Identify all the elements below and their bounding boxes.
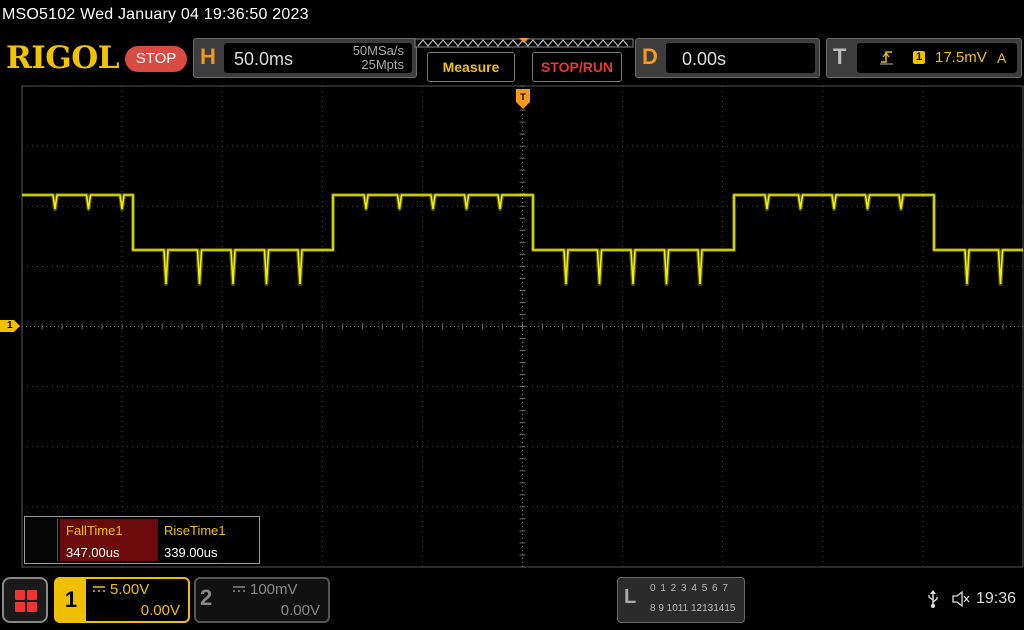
trigger-mode: A xyxy=(997,50,1007,66)
main-menu-button[interactable] xyxy=(2,577,48,623)
channel1-marker-label: 1 xyxy=(7,320,13,331)
digital-channels-row1: 0 1 2 3 4 5 6 7 xyxy=(650,583,729,594)
trigger-level: 17.5mV xyxy=(935,49,987,66)
memory-depth: 25Mpts xyxy=(361,57,404,72)
run-state-badge[interactable]: STOP xyxy=(125,46,187,72)
trigger-letter: T xyxy=(833,44,847,69)
measurement-value: 347.00us xyxy=(66,545,120,560)
menu-grid-icon xyxy=(27,602,37,612)
trigger-source: 1 xyxy=(913,51,925,64)
sample-rate: 50MSa/s xyxy=(352,43,404,58)
trigger-readout: 1 17.5mV A xyxy=(857,43,1017,73)
digital-channels-row2: 8 9 1011 12131415 xyxy=(650,603,736,614)
sample-rate-info: 50MSa/s 25Mpts xyxy=(353,44,404,72)
channel2-scale: 100mV xyxy=(250,581,298,598)
channel2-number: 2 xyxy=(200,585,213,610)
delay-panel[interactable]: D 0.00s xyxy=(635,38,820,78)
channel1-scale: 5.00V xyxy=(110,581,150,598)
brand-logo: RIGOL xyxy=(6,40,120,76)
measurement-tab[interactable] xyxy=(27,519,58,561)
dc-coupling-icon xyxy=(233,586,245,592)
measurement-label: RiseTime1 xyxy=(164,523,226,538)
channel1-number: 1 xyxy=(56,579,86,621)
stop-run-button[interactable]: STOP/RUN xyxy=(532,52,622,82)
measurement-item[interactable]: RiseTime1 339.00us xyxy=(158,519,256,561)
timebase-value: 50.0ms xyxy=(234,49,294,69)
usb-icon xyxy=(928,590,938,608)
rising-edge-icon xyxy=(880,51,893,65)
horizontal-readout: 50.0ms 50MSa/s 25Mpts xyxy=(224,43,412,73)
delay-value: 0.00s xyxy=(682,49,727,69)
delay-letter: D xyxy=(642,44,658,69)
delay-readout: 0.00s xyxy=(666,43,815,73)
logic-analyzer-letter: L xyxy=(624,586,637,608)
window-title: MSO5102 Wed January 04 19:36:50 2023 xyxy=(2,6,309,23)
clock: 19:36 xyxy=(976,590,1017,607)
measurement-label: FallTime1 xyxy=(66,523,123,538)
menu-grid-icon xyxy=(15,590,25,600)
horizontal-letter: H xyxy=(200,44,216,69)
title-bar: MSO5102 Wed January 04 19:36:50 2023 xyxy=(0,0,1024,34)
trigger-time-marker[interactable]: T xyxy=(515,88,531,110)
speaker-muted-icon[interactable] xyxy=(951,589,971,609)
svg-text:T: T xyxy=(520,92,526,102)
trigger-panel[interactable]: T 1 17.5mV A xyxy=(826,38,1022,78)
horizontal-panel[interactable]: H 50.0ms 50MSa/s 25Mpts xyxy=(193,38,417,78)
memory-position-bar[interactable] xyxy=(414,36,634,50)
menu-grid-icon xyxy=(27,590,37,600)
measurement-item[interactable]: FallTime1 347.00us xyxy=(60,519,158,561)
channel2-panel[interactable]: 2 100mV 0.00V xyxy=(194,577,330,623)
menu-grid-icon xyxy=(15,602,25,612)
channel2-offset: 0.00V xyxy=(280,602,320,619)
waveform-display[interactable] xyxy=(0,84,1024,568)
logic-analyzer-panel[interactable]: L 0 1 2 3 4 5 6 7 8 9 1011 12131415 xyxy=(617,577,745,623)
measurement-value: 339.00us xyxy=(164,545,218,560)
channel1-panel[interactable]: 1 5.00V 0.00V xyxy=(54,577,190,623)
top-toolbar: RIGOL STOP H 50.0ms 50MSa/s 25Mpts Measu… xyxy=(0,36,1024,84)
channel1-offset: 0.00V xyxy=(140,602,180,619)
dc-coupling-icon xyxy=(93,586,105,592)
measure-button[interactable]: Measure xyxy=(427,52,515,82)
measurement-panel[interactable]: FallTime1 347.00us RiseTime1 339.00us xyxy=(24,516,260,564)
bottom-bar: 1 5.00V 0.00V 2 100mV 0.00V L 0 1 2 3 4 … xyxy=(0,570,1024,630)
